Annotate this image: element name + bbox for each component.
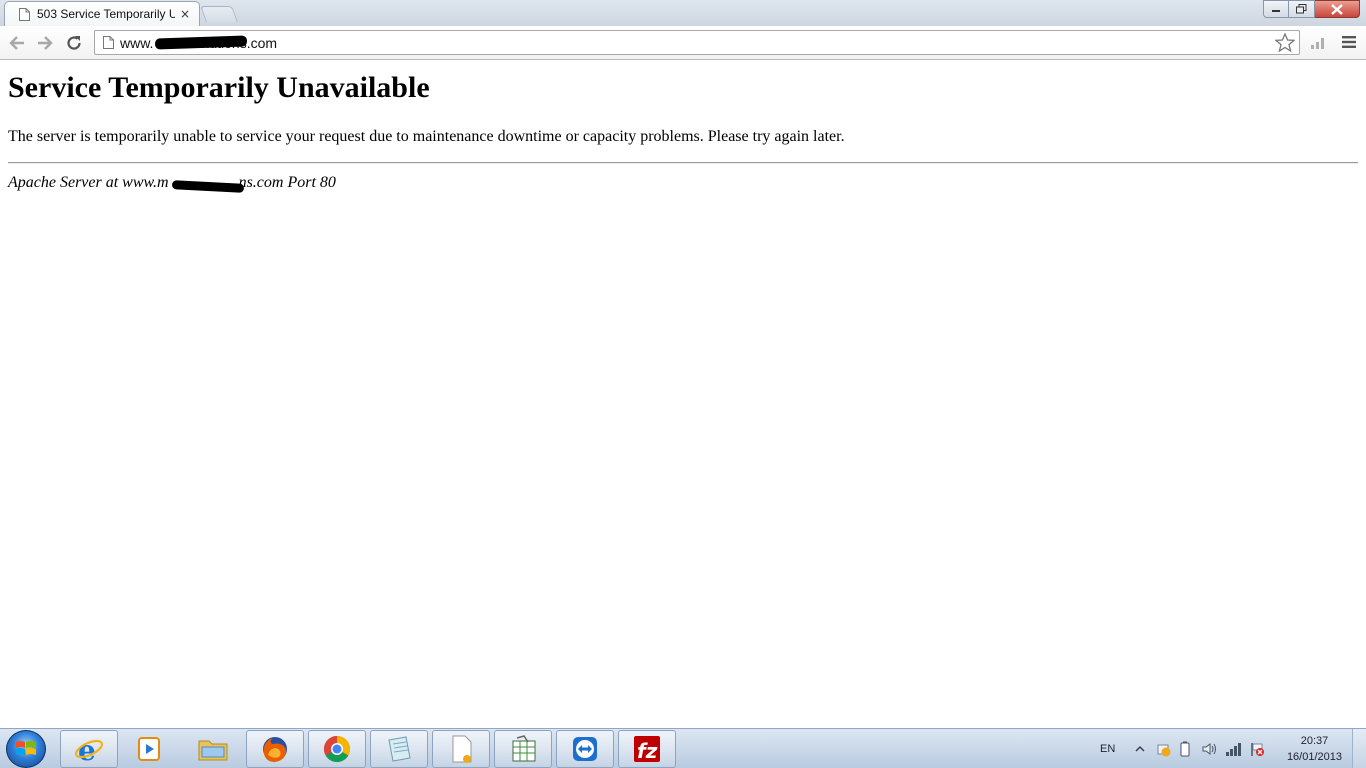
taskbar-internet-explorer[interactable]: e [60, 730, 118, 768]
show-hidden-icons-icon[interactable] [1135, 745, 1145, 753]
reload-button[interactable] [64, 33, 84, 53]
system-tray: EN [1100, 729, 1265, 768]
error-message: The server is temporarily unable to serv… [8, 128, 845, 145]
page-title: Service Temporarily Unavailable [8, 71, 430, 104]
taskbar-filezilla[interactable]: fz [618, 730, 676, 768]
battery-icon[interactable] [1179, 741, 1191, 757]
internet-explorer-icon: e [74, 734, 104, 764]
menu-icon[interactable] [1342, 35, 1356, 49]
taskbar-firefox[interactable] [246, 730, 304, 768]
language-indicator[interactable]: EN [1100, 743, 1115, 755]
document-icon [452, 735, 472, 763]
divider [8, 162, 1358, 164]
new-tab-button[interactable] [200, 6, 238, 22]
clock-date: 16/01/2013 [1286, 751, 1342, 763]
reload-icon [67, 36, 81, 50]
teamviewer-icon [573, 737, 597, 761]
svg-text:fz: fz [637, 739, 658, 763]
flag-error-icon[interactable] [1249, 741, 1265, 757]
taskbar-media-player[interactable] [120, 730, 178, 768]
clock-time: 20:37 [1300, 735, 1329, 747]
chrome-icon [323, 735, 351, 763]
start-button[interactable] [6, 730, 46, 768]
taskbar-notepad[interactable] [370, 730, 428, 768]
minimize-icon [1272, 10, 1280, 12]
firefox-icon [263, 737, 287, 762]
signature-prefix: Apache Server at www.m [8, 174, 169, 191]
media-player-icon [138, 737, 160, 761]
action-center-icon[interactable] [1155, 741, 1171, 757]
restore-button[interactable] [1289, 0, 1315, 18]
page-icon [103, 36, 114, 49]
taskbar-teamviewer[interactable] [556, 730, 614, 768]
show-desktop-button[interactable] [1352, 729, 1366, 768]
filezilla-icon: fz [634, 736, 660, 763]
signal-bars-icon[interactable] [1310, 36, 1326, 50]
tab-title: 503 Service Temporarily U [37, 7, 175, 21]
browser-toolbar: www.solutions.com [0, 26, 1366, 60]
close-icon [1331, 3, 1343, 15]
taskbar-document[interactable] [432, 730, 490, 768]
folder-icon [198, 740, 228, 761]
minimize-button[interactable] [1263, 0, 1289, 18]
back-arrow-icon [9, 36, 24, 50]
notepad-icon [388, 736, 411, 762]
bookmark-star-icon[interactable] [1275, 33, 1295, 52]
taskbar-chrome[interactable] [308, 730, 366, 768]
restore-icon [1296, 4, 1307, 14]
svg-text:e: e [78, 734, 96, 764]
address-bar[interactable]: www.solutions.com [94, 30, 1300, 55]
clock[interactable]: 20:37 16/01/2013 [1287, 733, 1342, 765]
forward-button[interactable] [35, 33, 55, 53]
back-button[interactable] [7, 33, 27, 53]
tab-close-icon[interactable]: × [179, 7, 191, 21]
network-signal-icon[interactable] [1225, 741, 1243, 757]
signature-suffix: ns.com Port 80 [238, 174, 336, 191]
page-icon [19, 7, 30, 21]
browser-tab-strip: 503 Service Temporarily U × [0, 0, 1366, 26]
page-content: Service Temporarily Unavailable The serv… [0, 61, 1366, 728]
volume-icon[interactable] [1201, 741, 1217, 757]
browser-tab[interactable]: 503 Service Temporarily U × [4, 1, 200, 26]
taskbar-spreadsheet[interactable] [494, 730, 552, 768]
window-controls [1263, 0, 1360, 18]
url-prefix: www. [120, 35, 154, 51]
taskbar: e fz EN 20:37 16/01/2013 [0, 728, 1366, 768]
spreadsheet-icon [512, 735, 536, 762]
close-window-button[interactable] [1315, 0, 1360, 18]
taskbar-file-explorer[interactable] [184, 730, 242, 768]
windows-logo-icon [16, 741, 36, 755]
forward-arrow-icon [38, 36, 53, 50]
